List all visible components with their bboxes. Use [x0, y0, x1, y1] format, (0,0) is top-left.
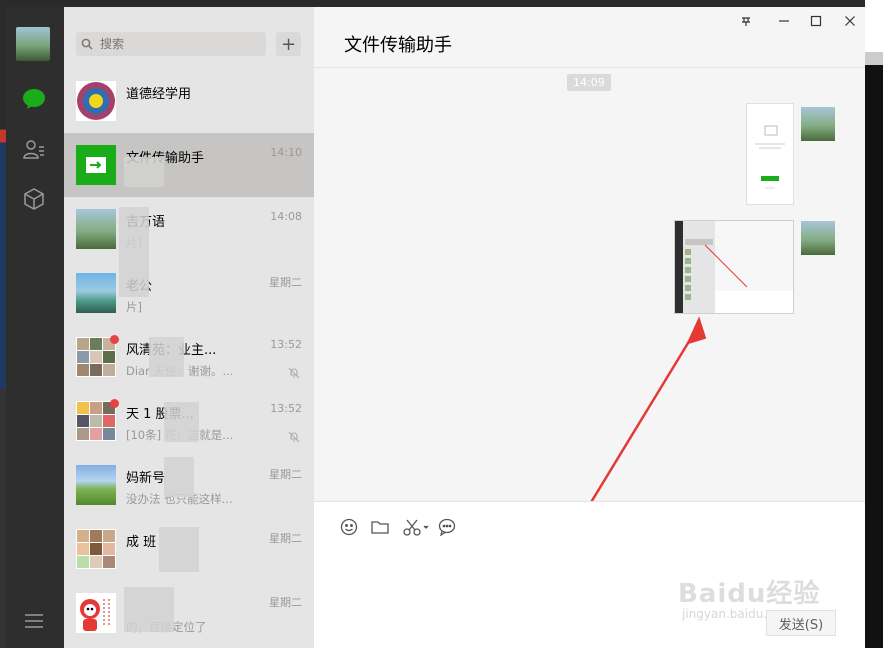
- chat-preview: 片]: [126, 300, 142, 314]
- chat-history-icon[interactable]: [436, 516, 458, 538]
- wechat-window: + 道德经学用 文件传输助手 14:10 吉万语 14:08 片] 老公: [6, 7, 865, 648]
- chat-time: 14:10: [270, 146, 302, 159]
- privacy-mosaic: [164, 457, 194, 497]
- mute-bell-icon: [288, 364, 300, 379]
- chat-item[interactable]: 风清苑：业主... 13:52 Diar 天使：谢谢。...: [64, 325, 314, 389]
- privacy-mosaic: [119, 207, 149, 297]
- chat-time: 13:52: [270, 338, 302, 351]
- chat-avatar: [76, 465, 116, 505]
- file-transfer-icon: [76, 145, 116, 185]
- group-avatar: [76, 337, 116, 377]
- unread-dot: [110, 335, 119, 344]
- chat-time: 13:52: [270, 402, 302, 415]
- chat-avatar: [76, 273, 116, 313]
- chat-item[interactable]: 道德经学用: [64, 69, 314, 133]
- privacy-mosaic: [164, 402, 199, 442]
- privacy-mosaic: [159, 527, 199, 572]
- privacy-mosaic: [124, 157, 164, 187]
- chat-bubble-icon[interactable]: [20, 85, 48, 113]
- chat-avatar: [76, 209, 116, 249]
- chat-name: 妈新号: [126, 471, 166, 486]
- chat-avatar: [76, 81, 116, 121]
- search-icon: [76, 38, 98, 50]
- chat-time: 14:08: [270, 210, 302, 223]
- chat-time: 星期二: [269, 468, 302, 481]
- chat-preview: 没办法 也只能这样...: [126, 492, 233, 506]
- chat-name: 道德经学用: [126, 87, 192, 102]
- mute-bell-icon: [288, 428, 300, 443]
- chat-item[interactable]: 星期二 的，直接定位了: [64, 581, 314, 645]
- plus-icon: +: [280, 33, 297, 55]
- chat-avatar: [76, 593, 116, 633]
- send-button[interactable]: 发送(S): [766, 610, 836, 636]
- unread-dot: [110, 399, 119, 408]
- chat-time: 星期二: [269, 596, 302, 609]
- contacts-icon[interactable]: [20, 135, 48, 163]
- privacy-mosaic: [124, 587, 174, 632]
- search-input[interactable]: [98, 36, 262, 52]
- chat-name: 风清苑：业主...: [126, 339, 266, 358]
- desktop-background-right: [865, 0, 883, 648]
- chat-time: 星期二: [269, 276, 302, 289]
- favorites-box-icon[interactable]: [20, 185, 48, 213]
- chat-item[interactable]: 吉万语 14:08 片]: [64, 197, 314, 261]
- chat-time: 星期二: [269, 532, 302, 545]
- desktop-background-top: [0, 0, 883, 7]
- chat-list-panel: + 道德经学用 文件传输助手 14:10 吉万语 14:08 片] 老公: [64, 7, 314, 648]
- group-avatar: [76, 401, 116, 441]
- chat-item-active[interactable]: 文件传输助手 14:10: [64, 133, 314, 197]
- folder-icon[interactable]: [369, 516, 391, 538]
- chat-preview: [10条] 花：这就是...: [126, 428, 233, 442]
- chat-panel: 文件传输助手 14:09 Baidu经验 jingyan.baidu.com 发…: [314, 7, 865, 648]
- group-avatar: [76, 529, 116, 569]
- privacy-mosaic: [149, 337, 184, 377]
- user-avatar[interactable]: [16, 27, 50, 61]
- scissors-icon[interactable]: [402, 516, 432, 538]
- menu-icon[interactable]: [20, 607, 48, 635]
- add-button[interactable]: +: [276, 32, 301, 56]
- emoji-icon[interactable]: [338, 516, 360, 538]
- search-box[interactable]: [76, 32, 266, 56]
- watermark-text: Baidu经验: [678, 579, 821, 609]
- chat-item[interactable]: 老公 星期二 片]: [64, 261, 314, 325]
- nav-sidebar: [6, 7, 64, 648]
